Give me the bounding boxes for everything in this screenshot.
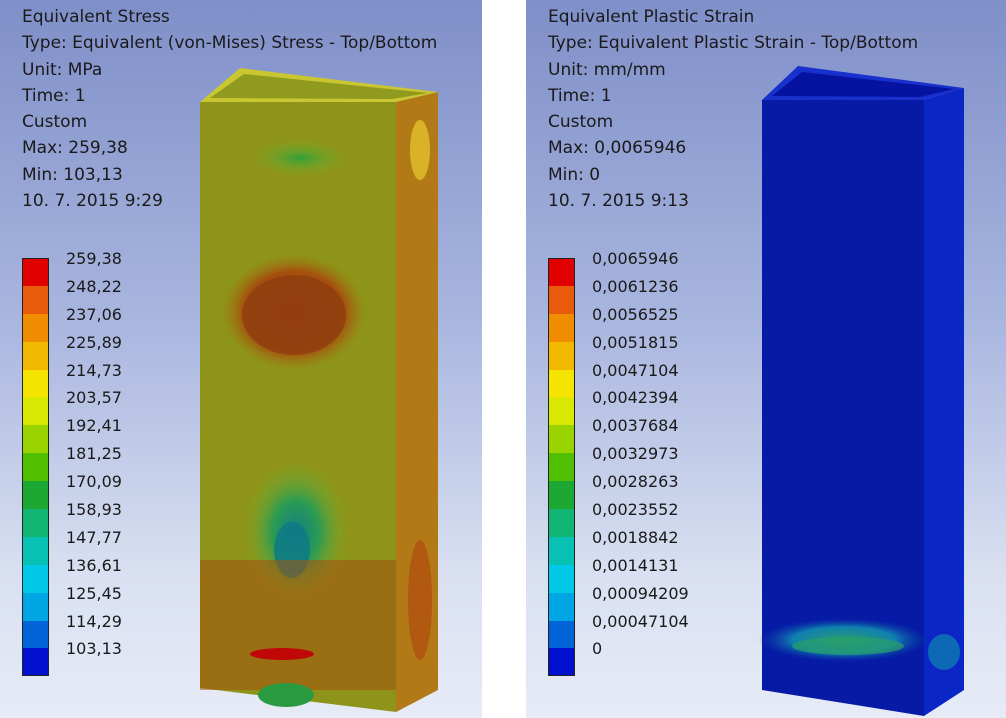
legend-color-swatch [548, 453, 575, 482]
legend-color-swatch [22, 592, 49, 621]
legend-color-swatch [22, 258, 49, 286]
result-min: Min: 103,13 [22, 164, 123, 185]
result-scale-mode: Custom [548, 112, 614, 133]
legend-value-label: 0,0047104 [592, 360, 679, 380]
legend-color-swatch [22, 397, 49, 426]
legend-value-label: 136,61 [66, 555, 122, 575]
legend-color-swatch [548, 397, 575, 426]
legend-value-label: 214,73 [66, 360, 122, 380]
legend-value-label: 0,0042394 [592, 388, 679, 408]
legend-value-label: 0,0051815 [592, 332, 679, 352]
legend-value-label: 192,41 [66, 416, 122, 436]
legend-color-swatch [22, 285, 49, 314]
legend-value-label: 259,38 [66, 249, 122, 268]
legend-color-swatch [548, 313, 575, 342]
legend-color-swatch [548, 341, 575, 370]
legend-color-swatch [22, 620, 49, 649]
legend-value-label: 0,0032973 [592, 444, 679, 464]
legend-color-swatch [22, 481, 49, 510]
legend-value-label: 0,0018842 [592, 527, 679, 547]
legend-value-label: 0,0023552 [592, 500, 679, 520]
result-unit: Unit: mm/mm [548, 59, 666, 80]
legend-value-label: 0,0061236 [592, 276, 679, 296]
result-date: 10. 7. 2015 9:13 [548, 191, 689, 212]
stress-result-viewport[interactable]: Equivalent Stress Type: Equivalent (von-… [0, 0, 482, 718]
result-type: Type: Equivalent (von-Mises) Stress - To… [22, 33, 438, 54]
legend-color-swatch [22, 425, 49, 454]
result-title: Equivalent Stress [22, 7, 170, 27]
result-min: Min: 0 [548, 164, 601, 185]
legend-value-label: 170,09 [66, 472, 122, 492]
result-unit: Unit: MPa [22, 59, 103, 80]
legend-color-swatch [22, 564, 49, 593]
legend-value-label: 158,93 [66, 500, 122, 520]
legend-color-swatch [22, 369, 49, 398]
result-max: Max: 259,38 [22, 138, 128, 159]
legend-color-swatch [22, 536, 49, 565]
legend-value-label: 0 [592, 639, 603, 659]
result-scale-mode: Custom [22, 112, 88, 133]
legend-color-swatch [22, 453, 49, 482]
result-type: Type: Equivalent Plastic Strain - Top/Bo… [548, 33, 919, 54]
result-time: Time: 1 [548, 85, 612, 106]
result-title: Equivalent Plastic Strain [548, 7, 755, 27]
legend-color-swatch [548, 648, 575, 677]
plastic-strain-result-viewport[interactable]: Equivalent Plastic Strain Type: Equivale… [526, 0, 1006, 718]
legend-value-label: 225,89 [66, 332, 122, 352]
legend-color-swatch [548, 620, 575, 649]
result-time: Time: 1 [22, 85, 86, 106]
legend-value-label: 181,25 [66, 444, 122, 464]
legend-value-label: 125,45 [66, 583, 122, 603]
legend-value-label: 0,00094209 [592, 583, 689, 603]
legend-color-swatch [22, 313, 49, 342]
legend-color-swatch [548, 425, 575, 454]
legend-color-swatch [548, 285, 575, 314]
legend-value-label: 0,0037684 [592, 416, 679, 436]
legend-value-label: 114,29 [66, 611, 122, 631]
plastic-strain-info-block: Equivalent Plastic Strain Type: Equivale… [548, 4, 918, 214]
legend-color-swatch [548, 536, 575, 565]
legend-value-label: 0,0065946 [592, 249, 679, 268]
legend-color-swatch [22, 648, 49, 677]
legend-color-swatch [22, 341, 49, 370]
legend-color-swatch [548, 592, 575, 621]
legend-value-label: 0,0014131 [592, 555, 679, 575]
legend-color-swatch [548, 564, 575, 593]
legend-color-swatch [548, 369, 575, 398]
legend-color-swatch [22, 509, 49, 537]
legend-value-label: 0,0056525 [592, 304, 679, 324]
legend-value-label: 147,77 [66, 527, 122, 547]
legend-color-swatch [548, 481, 575, 510]
legend-value-label: 0,00047104 [592, 611, 689, 631]
result-max: Max: 0,0065946 [548, 138, 687, 159]
legend-color-swatch [548, 509, 575, 537]
legend-value-label: 237,06 [66, 304, 122, 324]
result-date: 10. 7. 2015 9:29 [22, 191, 163, 212]
legend-value-label: 203,57 [66, 388, 122, 408]
legend-value-label: 0,0028263 [592, 472, 679, 492]
legend-value-label: 103,13 [66, 639, 122, 659]
stress-info-block: Equivalent Stress Type: Equivalent (von-… [22, 4, 437, 214]
legend-color-swatch [548, 258, 575, 286]
legend-value-label: 248,22 [66, 276, 122, 296]
